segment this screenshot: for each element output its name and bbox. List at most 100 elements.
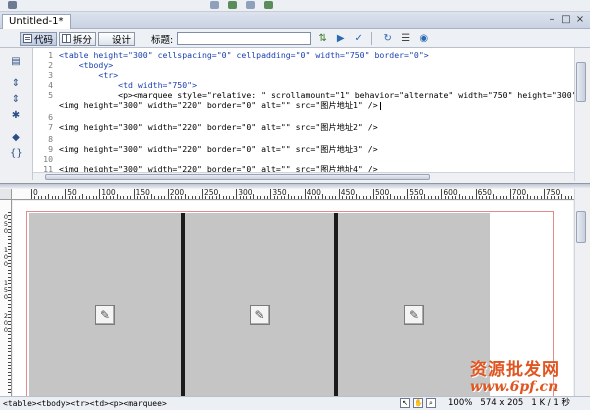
document-tab[interactable]: Untitled-1*: [2, 14, 71, 29]
ruler-label: 0: [33, 189, 38, 197]
preview-icon[interactable]: ▶: [334, 32, 347, 45]
ruler-tick: [130, 196, 132, 199]
design-view-button[interactable]: 设计: [98, 31, 136, 244]
ruler-tick: [195, 196, 197, 199]
hand-tool-icon[interactable]: ✋: [413, 398, 423, 408]
ruler-tick: [403, 196, 405, 199]
ruler-tick: [8, 351, 11, 353]
ruler-tick: [119, 196, 121, 199]
ruler-tick: [256, 196, 258, 199]
ruler-tick: [325, 196, 327, 199]
ruler-tick: [8, 361, 11, 363]
zoom-level[interactable]: 100%: [448, 398, 472, 408]
select-tool-icon[interactable]: ↖: [400, 398, 410, 408]
broken-image-icon: ✎: [249, 305, 270, 325]
split-view-button[interactable]: 拆分: [59, 31, 97, 46]
image-placeholder[interactable]: ✎: [185, 213, 334, 396]
view-options-icon[interactable]: ☰: [399, 32, 412, 45]
code-horizontal-scrollbar[interactable]: [33, 172, 574, 181]
minimize-icon[interactable]: –: [546, 14, 558, 26]
tag-selector[interactable]: <table><tbody><tr><td><p><marquee>: [3, 397, 167, 410]
code-view-label: 代码: [34, 34, 54, 46]
status-right: 100% 574 x 205 1 K / 1 秒: [448, 397, 570, 410]
design-vertical-scrollbar[interactable]: [574, 189, 586, 396]
ruler-tick: [424, 194, 426, 199]
debug-icon[interactable]: ✓: [352, 32, 365, 45]
coding-toolbar: ▤ ⇕ ⇕ ✱ ◆ {}: [0, 48, 33, 180]
ruler-tick: [92, 196, 94, 199]
ruler-tick: [184, 194, 186, 199]
ruler-tick: [8, 303, 11, 305]
ruler-tick: [304, 189, 306, 199]
top-strip: [0, 0, 590, 12]
code-editor[interactable]: 1 <table height="300" cellspacing="0" cel…: [33, 48, 574, 172]
code-line: 3 <tr>: [48, 70, 119, 80]
ruler-tick: [396, 196, 398, 199]
ruler-tick: [544, 189, 545, 199]
ruler-tick: [8, 249, 11, 251]
ruler-tick: [41, 196, 43, 199]
code-vertical-scrollbar[interactable]: [574, 48, 586, 181]
ruler-tick: [8, 286, 11, 288]
window-controls: – □ ×: [546, 14, 586, 26]
ruler-tick: [338, 189, 340, 199]
broken-image-icon: ✎: [404, 305, 424, 325]
visual-aids-icon[interactable]: ◉: [417, 32, 430, 45]
menu-fragment-icon: [246, 1, 255, 9]
ruler-tick: [465, 196, 467, 199]
menu-fragment-icon: [264, 1, 273, 9]
ruler-tick: [198, 196, 200, 199]
ruler-tick: [58, 196, 60, 199]
ruler-tick: [8, 232, 11, 234]
balance-braces-icon[interactable]: {}: [10, 148, 23, 160]
ruler-tick: [475, 189, 477, 199]
vertical-ruler: 050100150200: [0, 200, 12, 396]
ruler-tick: [8, 392, 11, 394]
scroll-thumb[interactable]: [576, 62, 586, 102]
title-input[interactable]: [177, 32, 312, 45]
ruler-tick: [407, 189, 409, 199]
split-divider[interactable]: [0, 183, 590, 188]
ruler-tick: [362, 196, 364, 199]
window-size[interactable]: 574 x 205: [480, 398, 523, 408]
file-management-icon[interactable]: ⇅: [316, 32, 329, 45]
expand-all-icon[interactable]: ✱: [10, 110, 22, 122]
ruler-tick: [167, 189, 169, 199]
open-documents-icon[interactable]: ▤: [10, 56, 22, 68]
toolbar-separator: [371, 32, 373, 45]
scroll-thumb[interactable]: [45, 174, 430, 180]
close-icon[interactable]: ×: [574, 14, 586, 26]
ruler-label: 750: [546, 189, 561, 197]
code-line: 6: [48, 112, 53, 122]
scroll-thumb[interactable]: [576, 211, 586, 243]
collapse-selection-icon[interactable]: ⇕: [10, 94, 22, 106]
ruler-tick: [8, 283, 11, 285]
ruler-tick: [8, 218, 11, 220]
ruler-tick: [8, 300, 11, 302]
ruler-tick: [8, 259, 11, 261]
ruler-origin[interactable]: [0, 189, 12, 200]
code-line: 5 <p><marquee style="relative: " scrolla…: [48, 90, 574, 100]
status-tools: ↖ ✋ ⌕: [400, 398, 436, 408]
code-line: 9 <img height="300" width="220" border="0…: [48, 144, 378, 154]
ruler-tick: [8, 293, 11, 295]
refresh-icon[interactable]: ↻: [381, 32, 394, 45]
restore-icon[interactable]: □: [560, 14, 572, 26]
ruler-tick: [150, 194, 152, 199]
ruler-tick: [567, 196, 569, 199]
ruler-tick: [8, 334, 11, 336]
ruler-tick: [8, 320, 11, 322]
select-parent-tag-icon[interactable]: ◆: [10, 132, 22, 144]
zoom-tool-icon[interactable]: ⌕: [426, 398, 436, 408]
ruler-tick: [236, 189, 238, 199]
image-placeholder[interactable]: ✎: [29, 213, 181, 396]
ruler-label: 550: [409, 189, 424, 197]
ruler-label: 400: [306, 189, 321, 197]
code-view-button[interactable]: 代码: [20, 31, 58, 46]
code-line: 7 <img height="300" width="220" border="0…: [48, 122, 378, 132]
ruler-tick: [8, 246, 11, 247]
ruler-label: 300: [238, 189, 253, 197]
ruler-tick: [492, 194, 494, 199]
collapse-tag-icon[interactable]: ⇕: [10, 78, 22, 90]
image-placeholder[interactable]: ✎: [338, 213, 490, 396]
